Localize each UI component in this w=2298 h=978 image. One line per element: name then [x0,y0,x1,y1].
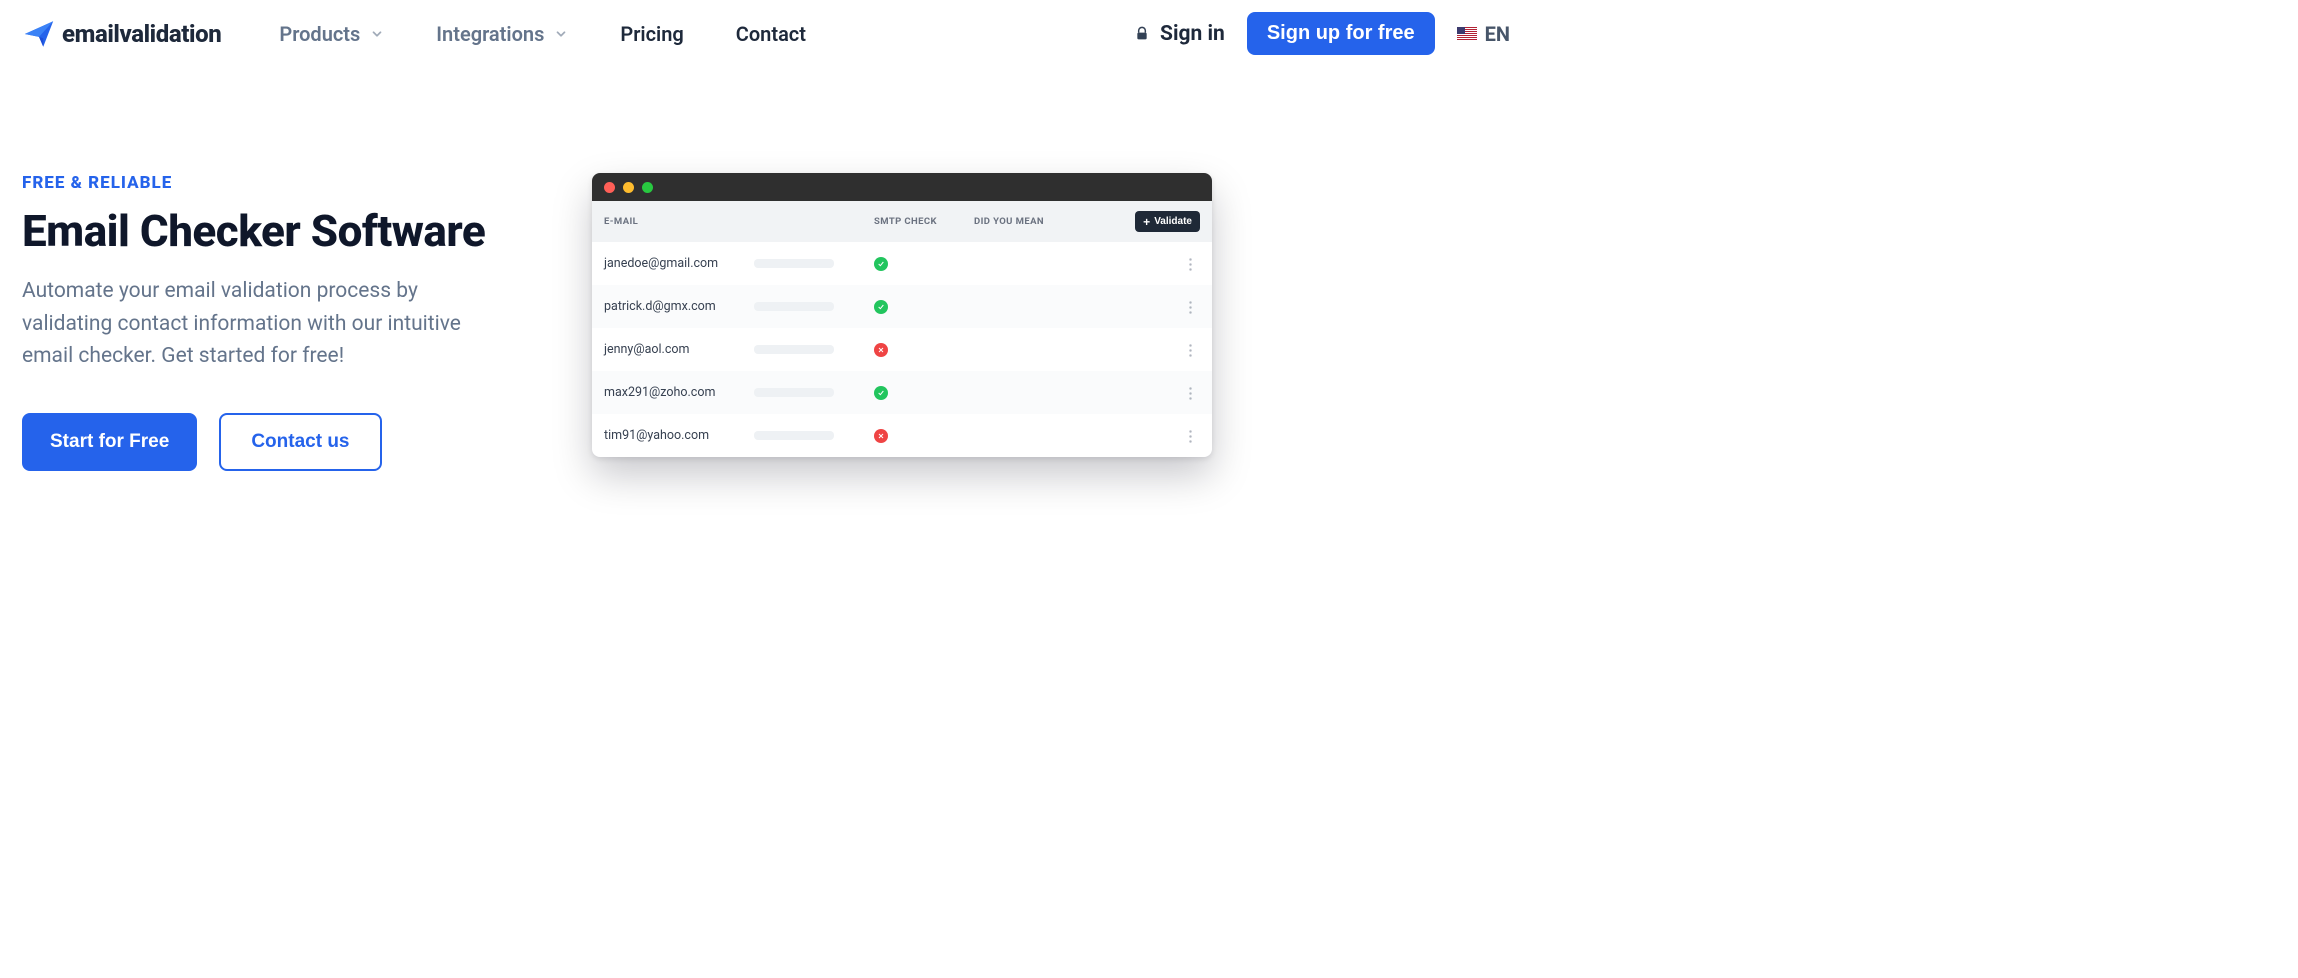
email-cell: max291@zoho.com [604,385,734,400]
brand-logo[interactable]: emailvalidation [22,17,221,51]
hero-title: Email Checker Software [22,205,542,257]
nav-contact[interactable]: Contact [736,22,806,46]
table-row: jenny@aol.com [592,328,1212,371]
start-free-button[interactable]: Start for Free [22,413,197,471]
col-header-mean: DID YOU MEAN [974,216,1135,227]
skeleton-bar [754,388,834,397]
flag-us-icon [1457,27,1477,40]
nav-links: Products Integrations Pricing Contact [279,22,806,46]
email-cell: janedoe@gmail.com [604,256,734,271]
mock-titlebar [592,173,1212,201]
kebab-menu-icon[interactable] [1189,386,1192,400]
validate-label: Validate [1154,216,1192,227]
table-row: max291@zoho.com [592,371,1212,414]
table-row: tim91@yahoo.com [592,414,1212,457]
hero-illustration: E-MAIL SMTP CHECK DID YOU MEAN + Validat… [592,173,1510,457]
email-cell: patrick.d@gmx.com [604,299,734,314]
kebab-menu-icon[interactable] [1189,300,1192,314]
mock-table-body: janedoe@gmail.com patrick.d@gmx.com jenny@… [592,242,1212,457]
mock-window: E-MAIL SMTP CHECK DID YOU MEAN + Validat… [592,173,1212,457]
check-circle-icon [874,257,888,271]
top-nav: emailvalidation Products Integrations Pr… [0,0,1532,55]
plus-icon: + [1143,217,1150,227]
nav-contact-label: Contact [736,22,806,46]
nav-pricing[interactable]: Pricing [620,22,683,46]
nav-integrations-label: Integrations [436,22,544,46]
brand-name: emailvalidation [62,20,221,48]
skeleton-bar [754,259,834,268]
nav-pricing-label: Pricing [620,22,683,46]
table-row: patrick.d@gmx.com [592,285,1212,328]
nav-products[interactable]: Products [279,22,384,46]
nav-right: Sign in Sign up for free EN [1134,12,1510,55]
sign-up-label: Sign up for free [1267,22,1415,44]
traffic-light-min-icon [623,182,634,193]
traffic-light-max-icon [642,182,653,193]
nav-products-label: Products [279,22,360,46]
language-switcher[interactable]: EN [1457,22,1510,46]
sign-up-button[interactable]: Sign up for free [1247,12,1435,55]
check-circle-icon [874,300,888,314]
chevron-down-icon [554,27,568,41]
hero-kicker: FREE & RELIABLE [22,173,542,193]
hero-copy: FREE & RELIABLE Email Checker Software A… [22,173,542,471]
kebab-menu-icon[interactable] [1189,429,1192,443]
sign-in-link[interactable]: Sign in [1134,22,1225,46]
skeleton-bar [754,345,834,354]
kebab-menu-icon[interactable] [1189,343,1192,357]
skeleton-bar [754,302,834,311]
hero-section: FREE & RELIABLE Email Checker Software A… [0,55,1532,471]
hero-lead: Automate your email validation process b… [22,275,502,373]
sign-in-label: Sign in [1160,22,1225,46]
skeleton-bar [754,431,834,440]
traffic-light-close-icon [604,182,615,193]
check-circle-icon [874,386,888,400]
language-code: EN [1485,22,1510,46]
lock-icon [1134,26,1150,42]
validate-button[interactable]: + Validate [1135,211,1200,232]
x-circle-icon [874,343,888,357]
mock-table-header: E-MAIL SMTP CHECK DID YOU MEAN + Validat… [592,201,1212,242]
contact-us-button[interactable]: Contact us [219,413,381,471]
col-header-email: E-MAIL [604,216,874,227]
cta-row: Start for Free Contact us [22,413,542,471]
chevron-down-icon [370,27,384,41]
email-cell: jenny@aol.com [604,342,734,357]
email-cell: tim91@yahoo.com [604,428,734,443]
paper-plane-icon [22,17,56,51]
contact-us-label: Contact us [251,431,349,452]
table-row: janedoe@gmail.com [592,242,1212,285]
nav-integrations[interactable]: Integrations [436,22,568,46]
kebab-menu-icon[interactable] [1189,257,1192,271]
start-free-label: Start for Free [50,431,169,452]
x-circle-icon [874,429,888,443]
col-header-smtp: SMTP CHECK [874,216,974,227]
